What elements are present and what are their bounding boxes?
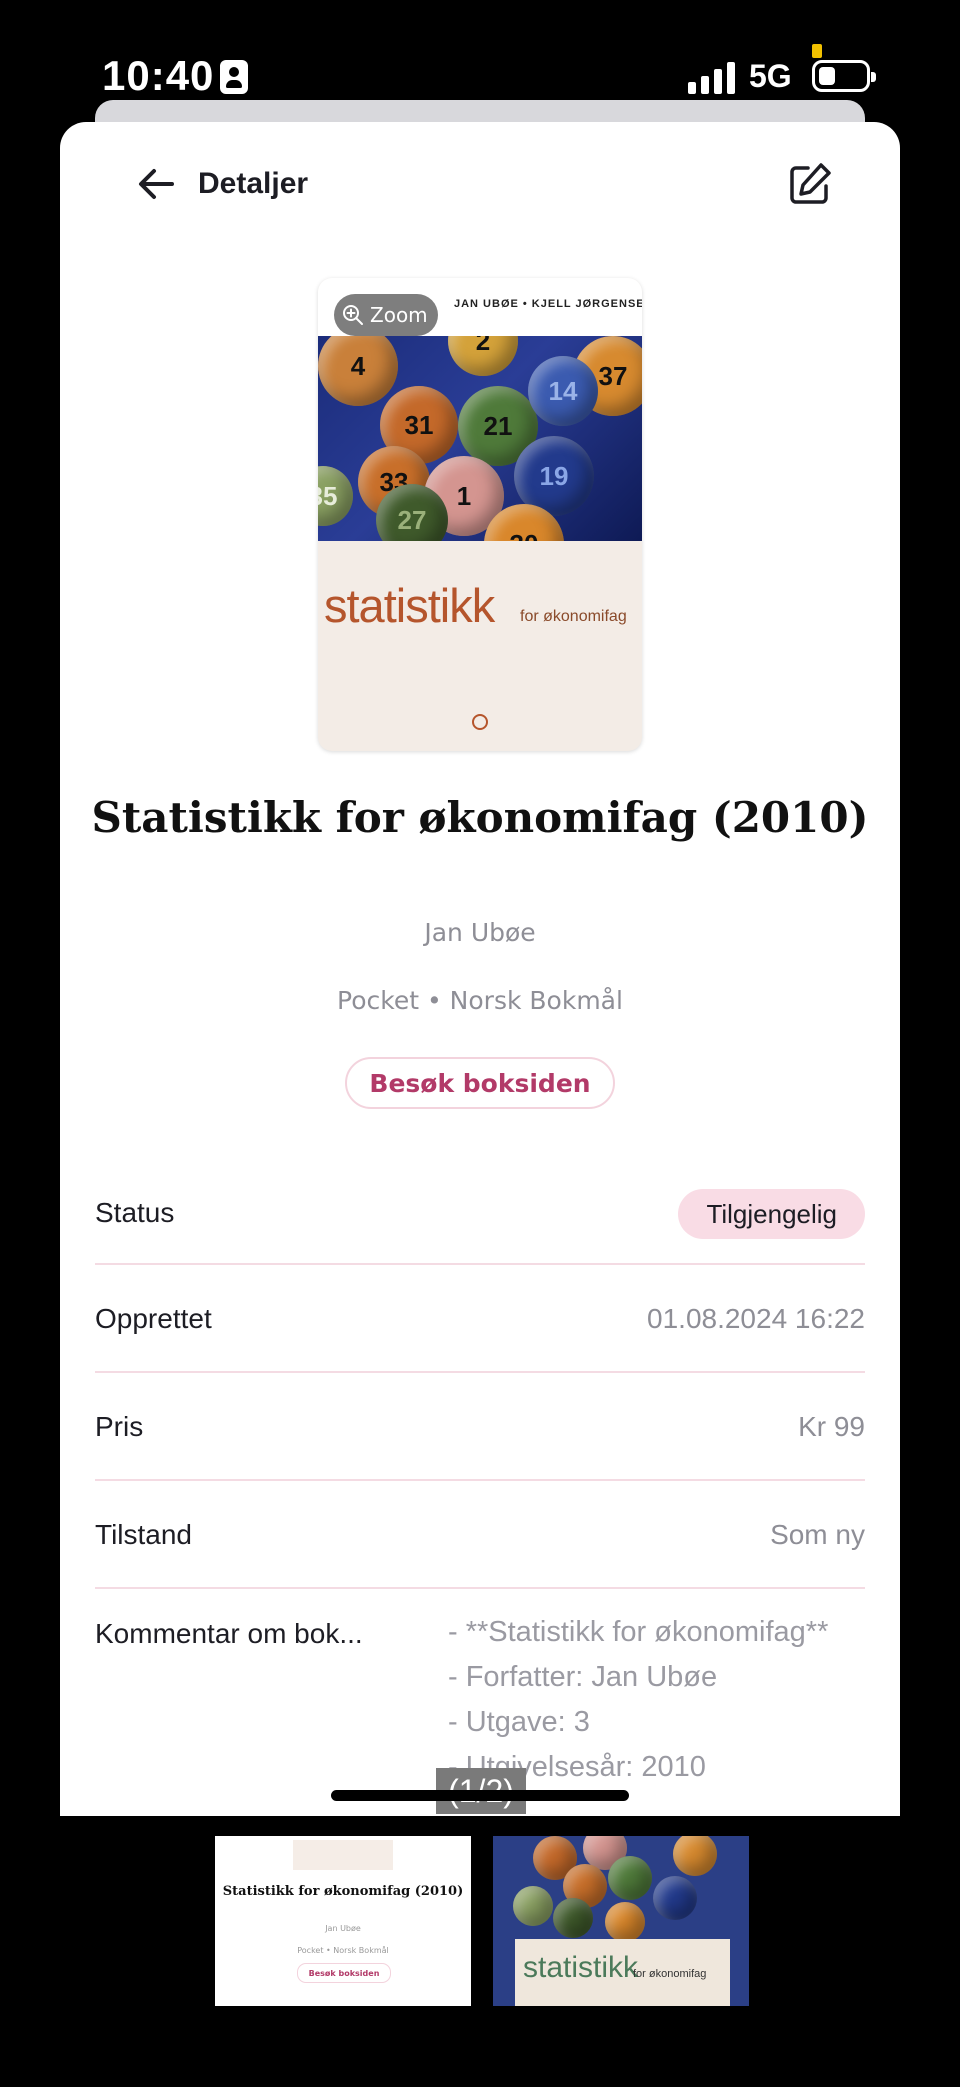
book-title: Statistikk for økonomifag (2010) [91, 793, 869, 842]
zoom-label: Zoom [370, 303, 428, 327]
cover-subtitle: for økonomifag [520, 608, 627, 625]
status-badge: Tilgjengelig [678, 1189, 865, 1239]
condition-value: Som ny [770, 1519, 865, 1550]
book-author: Jan Ubøe [424, 918, 536, 947]
created-value: 01.08.2024 16:22 [647, 1303, 865, 1334]
battery-icon [812, 60, 876, 92]
created-row: Opprettet 01.08.2024 16:22 [95, 1265, 865, 1373]
price-value: Kr 99 [798, 1411, 865, 1442]
edit-button[interactable] [784, 158, 836, 210]
created-label: Opprettet [95, 1303, 212, 1334]
price-label: Pris [95, 1411, 144, 1442]
condition-row: Tilstand Som ny [95, 1481, 865, 1589]
back-button[interactable] [132, 162, 182, 206]
arrow-left-icon [139, 169, 174, 199]
edit-icon [790, 163, 831, 204]
thumbnail-cover [293, 1840, 393, 1870]
price-row: Pris Kr 99 [95, 1373, 865, 1481]
thumbnail-author: Jan Ubøe [325, 1924, 361, 1933]
thumb-ball [673, 1836, 717, 1876]
ball: 14 [528, 356, 598, 426]
ball: 4 [318, 336, 398, 406]
signal-icon [688, 62, 736, 94]
home-indicator[interactable] [331, 1790, 629, 1801]
thumbnail-cover-subtitle: for økonomifag [633, 1968, 707, 1980]
thumb-ball [513, 1886, 553, 1926]
status-time: 10:40 [102, 52, 215, 99]
thumbnail-2[interactable]: statistikk for økonomifag [493, 1836, 749, 2006]
book-format: Pocket • Norsk Bokmål [337, 986, 623, 1015]
cover-lottery-balls: 4 2 37 31 21 14 33 1 19 35 27 30 [318, 336, 642, 541]
zoom-in-icon [343, 305, 363, 325]
cover-authors: JAN UBØE • KJELL JØRGENSEN [454, 298, 642, 310]
page-title: Detaljer [198, 167, 309, 200]
thumbnail-1[interactable]: Statistikk for økonomifag (2010) Jan Ubø… [215, 1836, 471, 2006]
thumb-ball [605, 1902, 645, 1942]
thumbnail-title: Statistikk for økonomifag (2010) [222, 1884, 464, 1899]
details-sheet: Detaljer JAN UBØE • KJELL JØRGENSEN 4 2 … [60, 122, 900, 1816]
zoom-button[interactable]: Zoom [334, 294, 438, 336]
ball: 2 [448, 336, 518, 376]
ball: 35 [318, 466, 353, 526]
network-type: 5G [749, 58, 792, 94]
comment-label: Kommentar om bok... [95, 1618, 363, 1649]
comment-value: - **Statistikk for økonomifag** - Forfat… [448, 1616, 829, 1783]
status-label: Status [95, 1197, 175, 1228]
visit-book-page-button[interactable]: Besøk boksiden [345, 1057, 615, 1109]
thumbnail-cover-title: statistikk [523, 1951, 639, 1984]
publisher-logo-icon [472, 714, 488, 730]
book-cover-image[interactable]: JAN UBØE • KJELL JØRGENSEN 4 2 37 31 21 … [318, 278, 642, 751]
thumbnail-button: Besøk boksiden [297, 1963, 391, 1983]
thumbnail-format: Pocket • Norsk Bokmål [297, 1946, 389, 1955]
cover-title: statistikk [324, 579, 495, 632]
condition-label: Tilstand [95, 1519, 193, 1550]
thumb-ball [553, 1898, 593, 1938]
thumb-ball [608, 1856, 652, 1900]
low-power-indicator [812, 44, 822, 58]
contact-card-icon [220, 60, 248, 94]
status-row: Status Tilgjengelig [95, 1167, 865, 1265]
thumb-ball [653, 1876, 697, 1920]
